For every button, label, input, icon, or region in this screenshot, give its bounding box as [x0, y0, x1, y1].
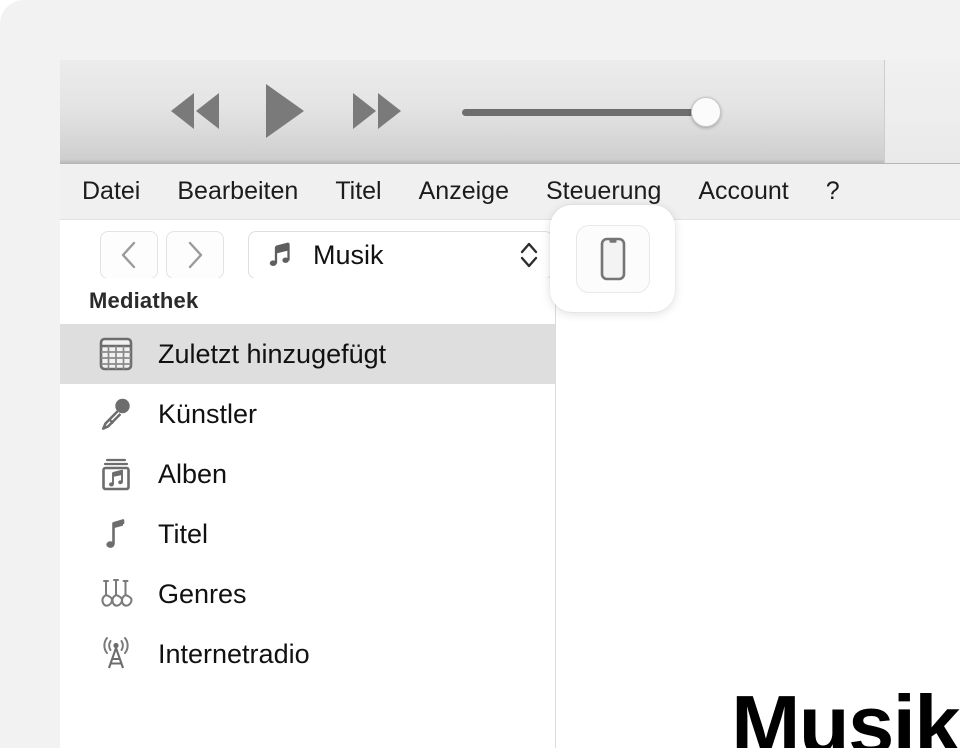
- chevron-right-icon: [188, 241, 203, 269]
- navigation-row: Musik: [60, 220, 960, 279]
- menu-item-hilfe[interactable]: ?: [826, 177, 840, 206]
- sidebar-item-label: Zuletzt hinzugefügt: [158, 338, 387, 369]
- menu-item-anzeige[interactable]: Anzeige: [419, 177, 509, 206]
- volume-slider-track[interactable]: [462, 97, 721, 127]
- chevron-left-icon: [121, 241, 136, 269]
- music-note-icon: [96, 514, 136, 554]
- sidebar-item-label: Alben: [158, 458, 228, 489]
- sidebar-item-label: Titel: [158, 518, 209, 549]
- grid-icon: [96, 334, 136, 374]
- microphone-icon: [96, 394, 136, 434]
- sidebar-item-label: Internetradio: [158, 638, 310, 669]
- album-icon: [96, 454, 136, 494]
- device-button[interactable]: [575, 224, 650, 293]
- device-popup-card: [550, 205, 675, 312]
- rewind-button[interactable]: [163, 60, 227, 164]
- fast-forward-button-hit[interactable]: [345, 88, 409, 137]
- itunes-window: Datei Bearbeiten Titel Anzeige Steuerung…: [60, 60, 960, 748]
- sidebar-item-zuletzt-hinzugefuegt[interactable]: Zuletzt hinzugefügt: [60, 324, 555, 384]
- fast-forward-icon: [353, 92, 401, 129]
- play-button-hit[interactable]: [260, 81, 308, 144]
- sidebar-item-label: Genres: [158, 578, 247, 609]
- sidebar-item-titel[interactable]: Titel: [60, 504, 555, 564]
- guitars-icon: [96, 574, 136, 614]
- player-toolbar: [60, 60, 960, 164]
- rewind-icon: [171, 92, 219, 129]
- sidebar-item-kuenstler[interactable]: Künstler: [60, 384, 555, 444]
- rewind-button-hit[interactable]: [163, 88, 227, 137]
- menu-item-steuerung[interactable]: Steuerung: [546, 177, 661, 206]
- volume-slider[interactable]: [462, 60, 722, 164]
- menu-item-account[interactable]: Account: [698, 177, 788, 206]
- sidebar-item-internetradio[interactable]: Internetradio: [60, 624, 555, 684]
- sidebar-item-alben[interactable]: Alben: [60, 444, 555, 504]
- page-title: Musik: [731, 678, 960, 748]
- menu-item-titel[interactable]: Titel: [335, 177, 381, 206]
- source-select[interactable]: Musik: [248, 231, 553, 279]
- sidebar-header: Mediathek: [89, 288, 199, 313]
- menu-item-bearbeiten[interactable]: Bearbeiten: [177, 177, 298, 206]
- forward-button[interactable]: [166, 231, 224, 279]
- radio-tower-icon: [96, 634, 136, 674]
- music-note-icon: [269, 242, 290, 266]
- back-button[interactable]: [100, 231, 158, 279]
- toolbar-right-panel: [884, 60, 960, 163]
- play-button[interactable]: [260, 60, 308, 164]
- iphone-icon: [600, 237, 625, 280]
- volume-slider-knob[interactable]: [691, 97, 721, 127]
- sidebar-item-genres[interactable]: Genres: [60, 564, 555, 624]
- source-select-label: Musik: [313, 239, 384, 270]
- content-area: Musik: [557, 278, 960, 748]
- sidebar-item-label: Künstler: [158, 398, 258, 429]
- play-icon: [266, 83, 304, 138]
- chevron-up-down-icon: [520, 242, 538, 268]
- sidebar: Mediathek Zuletzt hinzugefügt Künstler A…: [60, 278, 556, 748]
- menu-bar: Datei Bearbeiten Titel Anzeige Steuerung…: [60, 164, 960, 220]
- menu-item-datei[interactable]: Datei: [82, 177, 140, 206]
- fast-forward-button[interactable]: [345, 60, 409, 164]
- page-canvas: Datei Bearbeiten Titel Anzeige Steuerung…: [0, 0, 960, 748]
